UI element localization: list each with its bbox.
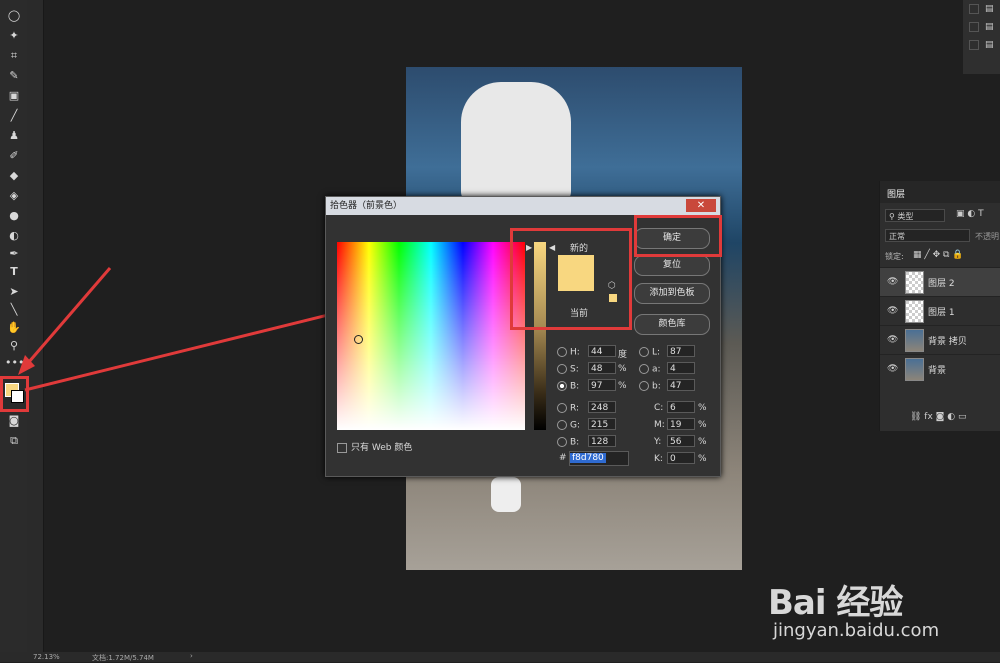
a-field[interactable]: 4 bbox=[667, 362, 695, 374]
tab-layers[interactable]: 图层 bbox=[887, 187, 905, 200]
layer-filter-select[interactable]: ⚲ 类型 bbox=[885, 209, 945, 222]
status-bar: 72.13% 文档:1.72M/5.74M › bbox=[0, 652, 1000, 662]
b-row: B: bbox=[557, 381, 579, 392]
hex-field[interactable]: f8d780 bbox=[569, 451, 629, 466]
b-radio[interactable] bbox=[557, 381, 567, 391]
opacity-label: 不透明 bbox=[975, 232, 999, 241]
filter-icons[interactable]: ▣ ◐ T bbox=[956, 209, 984, 219]
k-label: K: bbox=[654, 454, 663, 464]
layers-tab-bar: 图层 bbox=[880, 181, 1000, 203]
zoom-level[interactable]: 72.13% bbox=[33, 653, 60, 661]
layer-thumbnail bbox=[905, 300, 924, 323]
a-row: a: bbox=[639, 364, 661, 375]
s-field[interactable]: 48 bbox=[588, 362, 616, 374]
s-row: S: bbox=[557, 364, 579, 375]
document-icon[interactable]: ▤ bbox=[985, 40, 994, 50]
h-radio[interactable] bbox=[557, 347, 567, 357]
add-to-swatches-button[interactable]: 添加到色板 bbox=[634, 283, 710, 304]
h-unit: 度 bbox=[618, 350, 628, 360]
g-field[interactable]: 215 bbox=[588, 418, 616, 430]
mini-panel: ▤ ▤ ▤ bbox=[963, 0, 1000, 74]
lock-label: 锁定: bbox=[885, 252, 904, 261]
h-field[interactable]: 44 bbox=[588, 345, 616, 357]
eye-icon[interactable]: 👁 bbox=[887, 306, 898, 316]
layer-thumbnail bbox=[905, 358, 924, 381]
baidu-watermark-url: jingyan.baidu.com bbox=[773, 620, 940, 641]
y-label: Y: bbox=[654, 437, 662, 447]
blend-mode-select[interactable]: 正常 bbox=[885, 229, 970, 242]
layer-name: 背景 bbox=[928, 366, 947, 376]
rgb-b-row: B: bbox=[557, 437, 579, 448]
dialog-title: 拾色器（前景色） bbox=[326, 197, 720, 215]
m-label: M: bbox=[654, 420, 665, 430]
layer-row[interactable]: 👁 图层 2 bbox=[880, 267, 1000, 296]
k-unit: % bbox=[698, 454, 707, 464]
rgb-b-radio[interactable] bbox=[557, 437, 567, 447]
layers-panel: 图层 ⚲ 类型 ▣ ◐ T 正常 不透明 锁定: ▦ ╱ ✥ ⧉ 🔒 👁 图层 … bbox=[879, 181, 1000, 431]
baidu-watermark-logo: Bai 经验 bbox=[768, 583, 903, 623]
lab-b-radio[interactable] bbox=[639, 381, 649, 391]
c-label: C: bbox=[654, 403, 664, 413]
lab-b-field[interactable]: 47 bbox=[667, 379, 695, 391]
web-only-option[interactable]: 只有 Web 颜色 bbox=[337, 440, 412, 453]
eye-icon[interactable]: 👁 bbox=[887, 277, 898, 287]
close-icon[interactable]: ✕ bbox=[686, 199, 716, 212]
layer-row[interactable]: 👁 图层 1 bbox=[880, 296, 1000, 325]
layer-footer-icons[interactable]: ⛓ fx ◙ ◐ ▭ bbox=[910, 412, 966, 422]
l-radio[interactable] bbox=[639, 347, 649, 357]
l-field[interactable]: 87 bbox=[667, 345, 695, 357]
document-icon[interactable]: ▤ bbox=[985, 4, 994, 14]
reset-button[interactable]: 复位 bbox=[634, 255, 710, 276]
y-field[interactable]: 56 bbox=[667, 435, 695, 447]
layer-row[interactable]: 👁 背景 拷贝 bbox=[880, 325, 1000, 354]
web-only-checkbox[interactable] bbox=[337, 442, 347, 453]
eye-icon[interactable]: 👁 bbox=[887, 364, 898, 374]
rgb-b-field[interactable]: 128 bbox=[588, 435, 616, 447]
hex-prefix: # bbox=[559, 453, 567, 463]
color-field-cursor[interactable] bbox=[354, 335, 363, 344]
hex-value: f8d780 bbox=[570, 453, 606, 463]
web-only-label: 只有 Web 颜色 bbox=[351, 443, 413, 453]
b-field[interactable]: 97 bbox=[588, 379, 616, 391]
r-radio[interactable] bbox=[557, 403, 567, 413]
color-field[interactable] bbox=[337, 242, 525, 430]
chevron-right-icon[interactable]: › bbox=[190, 652, 193, 660]
m-unit: % bbox=[698, 420, 707, 430]
annotation-ok-highlight bbox=[634, 215, 722, 257]
g-row: G: bbox=[557, 420, 580, 431]
mini-checkbox[interactable] bbox=[969, 22, 979, 32]
s-unit: % bbox=[618, 364, 627, 374]
layer-name: 背景 拷贝 bbox=[928, 337, 967, 347]
b-unit: % bbox=[618, 381, 627, 391]
color-libraries-button[interactable]: 颜色库 bbox=[634, 314, 710, 335]
lab-b-row: b: bbox=[639, 381, 661, 392]
r-field[interactable]: 248 bbox=[588, 401, 616, 413]
mini-checkbox[interactable] bbox=[969, 4, 979, 14]
s-radio[interactable] bbox=[557, 364, 567, 374]
g-radio[interactable] bbox=[557, 420, 567, 430]
document-icon[interactable]: ▤ bbox=[985, 22, 994, 32]
layer-name: 图层 1 bbox=[928, 308, 955, 318]
h-row: H: bbox=[557, 347, 580, 358]
c-field[interactable]: 6 bbox=[667, 401, 695, 413]
layer-thumbnail bbox=[905, 271, 924, 294]
l-row: L: bbox=[639, 347, 660, 358]
r-row: R: bbox=[557, 403, 579, 414]
layer-row[interactable]: 👁 背景 bbox=[880, 354, 1000, 383]
eye-icon[interactable]: 👁 bbox=[887, 335, 898, 345]
m-field[interactable]: 19 bbox=[667, 418, 695, 430]
k-field[interactable]: 0 bbox=[667, 452, 695, 464]
a-radio[interactable] bbox=[639, 364, 649, 374]
y-unit: % bbox=[698, 437, 707, 447]
annotation-new-color-highlight bbox=[510, 228, 632, 330]
search-icon: ⚲ bbox=[889, 212, 895, 221]
mini-checkbox[interactable] bbox=[969, 40, 979, 50]
layer-thumbnail bbox=[905, 329, 924, 352]
lock-icons[interactable]: ▦ ╱ ✥ ⧉ 🔒 bbox=[913, 250, 964, 260]
layer-name: 图层 2 bbox=[928, 279, 955, 289]
c-unit: % bbox=[698, 403, 707, 413]
